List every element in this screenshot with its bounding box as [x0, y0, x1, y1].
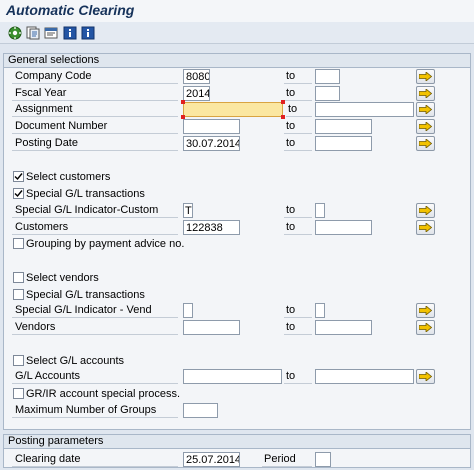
multiple-selection-button[interactable]: [416, 86, 435, 101]
company-code-label: Company Code: [12, 69, 178, 84]
document-number-to-input[interactable]: [315, 119, 372, 134]
gl-accounts-to-input[interactable]: [315, 369, 414, 384]
assignment-to-input[interactable]: [315, 102, 414, 117]
vendors-label: Vendors: [12, 320, 178, 335]
to-label: to: [286, 102, 312, 117]
special-gl-vendors-checkbox[interactable]: [13, 289, 24, 300]
document-number-label: Document Number: [12, 119, 178, 134]
customers-label: Customers: [12, 220, 178, 235]
multiple-selection-button[interactable]: [416, 369, 435, 384]
application-toolbar: [0, 22, 474, 44]
vendors-to-input[interactable]: [315, 320, 372, 335]
multiple-selection-button[interactable]: [416, 136, 435, 151]
select-customers-label: Select customers: [26, 171, 111, 183]
grir-special-label: GR/IR account special process.: [26, 388, 181, 400]
to-label: to: [284, 303, 312, 318]
gl-accounts-label: G/L Accounts: [12, 369, 178, 384]
save-variant-icon[interactable]: [25, 25, 40, 40]
sgl-indicator-custom-label: Special G/L Indicator-Custom: [12, 203, 178, 218]
info-icon[interactable]: [80, 25, 95, 40]
sgl-indicator-vend-input[interactable]: [183, 303, 193, 318]
execute-icon[interactable]: [7, 25, 22, 40]
arrow-right-icon: [419, 89, 432, 98]
panel-header: Posting parameters: [4, 435, 470, 449]
sgl-indicator-vend-label: Special G/L Indicator - Vend: [12, 303, 178, 318]
to-label: to: [284, 119, 312, 134]
gl-accounts-input[interactable]: [183, 369, 282, 384]
posting-parameters-panel: Posting parameters Clearing date Period: [3, 434, 471, 468]
to-label: to: [284, 203, 312, 218]
multiple-selection-button[interactable]: [416, 303, 435, 318]
max-groups-label: Maximum Number of Groups: [12, 403, 178, 418]
page-title: Automatic Clearing: [6, 2, 135, 18]
assignment-input[interactable]: [183, 102, 283, 117]
period-input[interactable]: [315, 452, 331, 467]
company-code-to-input[interactable]: [315, 69, 340, 84]
select-gl-accounts-label: Select G/L accounts: [26, 355, 125, 367]
posting-date-to-input[interactable]: [315, 136, 372, 151]
arrow-right-icon: [419, 223, 432, 232]
to-label: to: [284, 320, 312, 335]
multiple-selection-button[interactable]: [416, 320, 435, 335]
arrow-right-icon: [419, 105, 432, 114]
fiscal-year-to-input[interactable]: [315, 86, 340, 101]
select-vendors-label: Select vendors: [26, 272, 99, 284]
posting-date-input[interactable]: [183, 136, 240, 151]
panel-header: General selections: [4, 54, 470, 68]
customers-input[interactable]: [183, 220, 240, 235]
clearing-date-label: Clearing date: [12, 452, 178, 467]
checkmark-icon: [14, 190, 23, 198]
customers-to-input[interactable]: [315, 220, 372, 235]
max-groups-input[interactable]: [183, 403, 218, 418]
checkmark-icon: [14, 173, 23, 181]
to-label: to: [284, 220, 312, 235]
multiple-selection-button[interactable]: [416, 220, 435, 235]
arrow-right-icon: [419, 323, 432, 332]
arrow-right-icon: [419, 306, 432, 315]
focus-corner: [281, 100, 285, 104]
assignment-label: Assignment: [12, 102, 178, 117]
posting-date-label: Posting Date: [12, 136, 178, 151]
to-label: to: [284, 86, 312, 101]
arrow-right-icon: [419, 372, 432, 381]
info-icon[interactable]: [62, 25, 77, 40]
title-bar: Automatic Clearing: [0, 0, 474, 22]
arrow-right-icon: [419, 122, 432, 131]
special-gl-customers-label: Special G/L transactions: [26, 188, 145, 200]
clearing-date-input[interactable]: [183, 452, 240, 467]
company-code-input[interactable]: [183, 69, 210, 84]
special-gl-customers-checkbox[interactable]: [13, 188, 24, 199]
to-label: to: [284, 369, 312, 384]
document-number-input[interactable]: [183, 119, 240, 134]
arrow-right-icon: [419, 139, 432, 148]
select-vendors-checkbox[interactable]: [13, 272, 24, 283]
special-gl-vendors-label: Special G/L transactions: [26, 289, 145, 301]
fiscal-year-input[interactable]: [183, 86, 210, 101]
sgl-indicator-vend-to-input[interactable]: [315, 303, 325, 318]
arrow-right-icon: [419, 206, 432, 215]
grir-special-checkbox[interactable]: [13, 388, 24, 399]
to-label: to: [284, 136, 312, 151]
to-label: to: [284, 69, 312, 84]
sgl-indicator-custom-input[interactable]: [183, 203, 193, 218]
period-label: Period: [262, 452, 312, 467]
general-selections-panel: General selections Company Code to Fscal…: [3, 53, 471, 430]
select-gl-accounts-checkbox[interactable]: [13, 355, 24, 366]
multiple-selection-button[interactable]: [416, 119, 435, 134]
get-variant-icon[interactable]: [43, 25, 58, 40]
fiscal-year-label: Fscal Year: [12, 86, 178, 101]
sgl-indicator-custom-to-input[interactable]: [315, 203, 325, 218]
select-customers-checkbox[interactable]: [13, 171, 24, 182]
focus-corner: [181, 100, 185, 104]
grouping-payment-advice-checkbox[interactable]: [13, 238, 24, 249]
multiple-selection-button[interactable]: [416, 69, 435, 84]
multiple-selection-button[interactable]: [416, 102, 435, 117]
arrow-right-icon: [419, 72, 432, 81]
multiple-selection-button[interactable]: [416, 203, 435, 218]
vendors-input[interactable]: [183, 320, 240, 335]
grouping-payment-advice-label: Grouping by payment advice no.: [26, 238, 185, 250]
